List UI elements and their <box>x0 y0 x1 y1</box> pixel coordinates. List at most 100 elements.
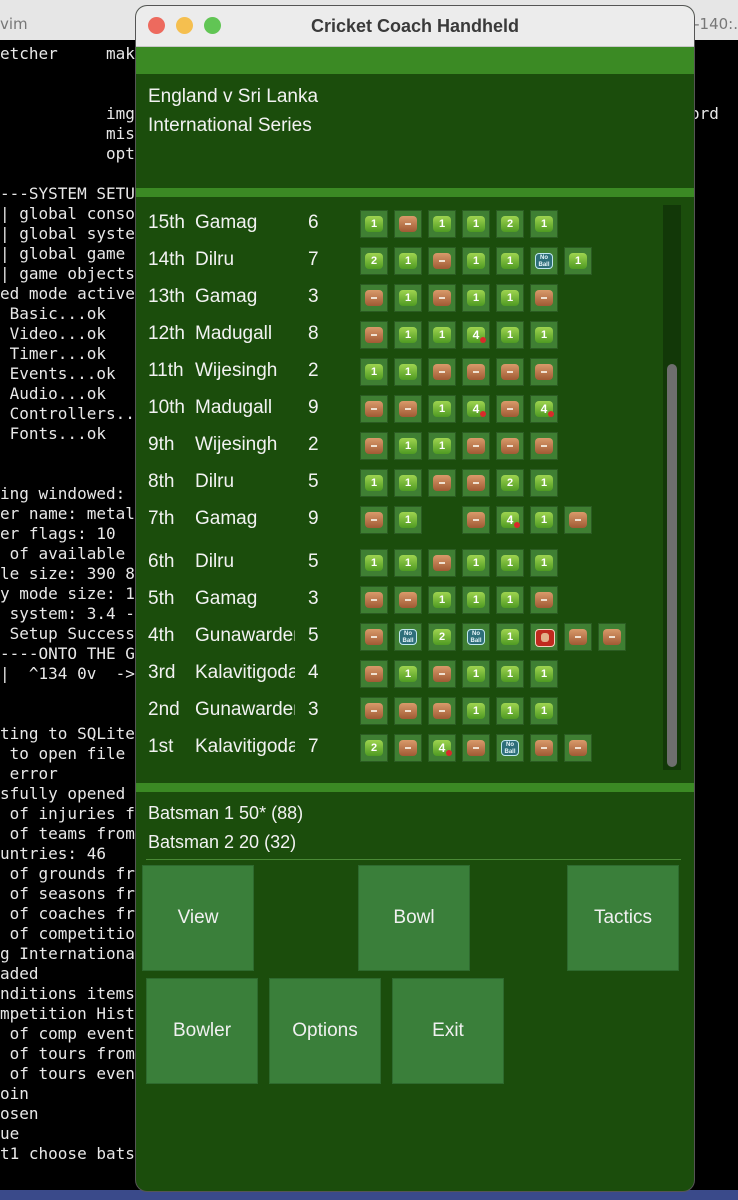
terminal-line: untries: 46 <box>0 844 106 863</box>
overs-list[interactable]: 15th Gamag 6 1 1 1 2 1 14th Dilru 7 2 1 1 1 No Ball 1 13t… <box>136 205 694 780</box>
terminal-line: Audio...ok <box>0 384 106 403</box>
over-runs: 8 <box>308 323 319 344</box>
dot-ball-icon <box>360 321 388 349</box>
terminal-line: t1 choose bats <box>0 1144 135 1163</box>
ball-label: 2 <box>365 740 383 756</box>
ball-label <box>399 592 417 608</box>
ball-label <box>365 629 383 645</box>
dot-ball-icon <box>496 358 524 386</box>
over-runs: 7 <box>308 249 319 270</box>
ball-label: 1 <box>569 253 587 269</box>
ball-label: 1 <box>433 592 451 608</box>
exit-button[interactable]: Exit <box>392 978 504 1084</box>
ball-label: 1 <box>535 475 553 491</box>
dot-ball-icon <box>394 697 422 725</box>
runs-ball-icon: 1 <box>496 247 524 275</box>
runs-ball-icon: 1 <box>564 247 592 275</box>
bowl-button[interactable]: Bowl <box>358 865 470 971</box>
runs-ball-icon: 1 <box>428 586 456 614</box>
over-runs: 4 <box>308 662 319 683</box>
over-row: 1st Kalavitigoda 7 2 4 No Ball <box>136 732 656 769</box>
ball-label <box>535 740 553 756</box>
ball-label: 1 <box>535 216 553 232</box>
over-row: 12th Madugall 8 1 1 4 1 1 <box>136 319 656 356</box>
terminal-line: y mode size: 14 <box>0 584 145 603</box>
divider <box>146 859 681 860</box>
ball-label: No Ball <box>467 629 485 645</box>
terminal-line: | ^134 0v -> <box>0 664 135 683</box>
runs-ball-icon: 2 <box>496 469 524 497</box>
view-button[interactable]: View <box>142 865 254 971</box>
terminal-line: ---SYSTEM SETU <box>0 184 135 203</box>
runs-ball-icon: 1 <box>360 210 388 238</box>
ball-label <box>603 629 621 645</box>
game-screen: England v Sri Lanka International Series… <box>136 6 694 1191</box>
batsman-2-score: Batsman 2 20 (32) <box>148 832 297 852</box>
runs-ball-icon: 1 <box>462 210 490 238</box>
ball-label: 1 <box>467 216 485 232</box>
dot-ball-icon <box>428 284 456 312</box>
ball-label: No Ball <box>535 253 553 269</box>
ball-label: 1 <box>365 364 383 380</box>
ball-label: 1 <box>399 364 417 380</box>
ball-label: 1 <box>365 216 383 232</box>
ball-label <box>467 740 485 756</box>
terminal-line: img <box>0 104 135 123</box>
dot-ball-icon <box>496 432 524 460</box>
terminal-tab-right[interactable]: -140:. <box>694 0 738 40</box>
ball-label: 1 <box>467 290 485 306</box>
dot-ball-icon <box>496 395 524 423</box>
dot-ball-icon <box>598 623 626 651</box>
terminal-line: mpetition Histo <box>0 1004 145 1023</box>
ball-label <box>399 740 417 756</box>
over-row: 8th Dilru 5 1 1 2 1 <box>136 467 656 504</box>
over-runs: 3 <box>308 286 319 307</box>
ball-label: 1 <box>467 592 485 608</box>
runs-ball-icon: 1 <box>428 321 456 349</box>
dot-ball-icon <box>530 586 558 614</box>
no-ball-icon: No Ball <box>394 623 422 651</box>
options-button[interactable]: Options <box>269 978 381 1084</box>
terminal-tab-left[interactable]: vim <box>0 0 28 40</box>
ball-label: 1 <box>501 327 519 343</box>
game-window: Cricket Coach Handheld England v Sri Lan… <box>136 6 694 1191</box>
ball-label <box>365 703 383 719</box>
over-row: 2ndGunawardene3111 <box>136 695 656 732</box>
ball-label <box>433 703 451 719</box>
ball-label: 2 <box>433 629 451 645</box>
over-number: 11th <box>148 360 184 381</box>
dot-ball-icon <box>360 586 388 614</box>
over-number: 8th <box>148 471 175 492</box>
terminal-line: of tours from <box>0 1044 135 1063</box>
runs-ball-icon: 1 <box>360 358 388 386</box>
ball-label: 4 <box>467 327 486 343</box>
ball-label <box>535 592 553 608</box>
runs-ball-icon: 1 <box>394 321 422 349</box>
tactics-button[interactable]: Tactics <box>567 865 679 971</box>
bowler-name: Gunawardene <box>195 699 295 720</box>
ball-label <box>433 475 451 491</box>
over-runs: 9 <box>308 397 319 418</box>
ball-label: 1 <box>501 592 519 608</box>
overs-scrollbar-thumb[interactable] <box>667 364 677 767</box>
over-runs: 5 <box>308 625 319 646</box>
four-ball-icon: 4 <box>530 395 558 423</box>
terminal-line: of competition <box>0 924 145 943</box>
over-runs: 7 <box>308 736 319 757</box>
dot-ball-icon <box>564 506 592 534</box>
bowler-name: Dilru <box>195 471 235 492</box>
ball-label <box>433 290 451 306</box>
runs-ball-icon: 1 <box>530 321 558 349</box>
over-runs: 3 <box>308 699 319 720</box>
dot-ball-icon <box>564 623 592 651</box>
terminal-line: oin <box>0 1084 29 1103</box>
ball-label: 1 <box>535 555 553 571</box>
terminal-line: to open file <box>0 744 126 763</box>
ball-label: 1 <box>399 475 417 491</box>
ball-label <box>365 512 383 528</box>
runs-ball-icon: 1 <box>428 395 456 423</box>
ball-label: 1 <box>399 253 417 269</box>
ball-label: 1 <box>399 666 417 682</box>
ball-label: 1 <box>467 666 485 682</box>
bowler-button[interactable]: Bowler <box>146 978 258 1084</box>
